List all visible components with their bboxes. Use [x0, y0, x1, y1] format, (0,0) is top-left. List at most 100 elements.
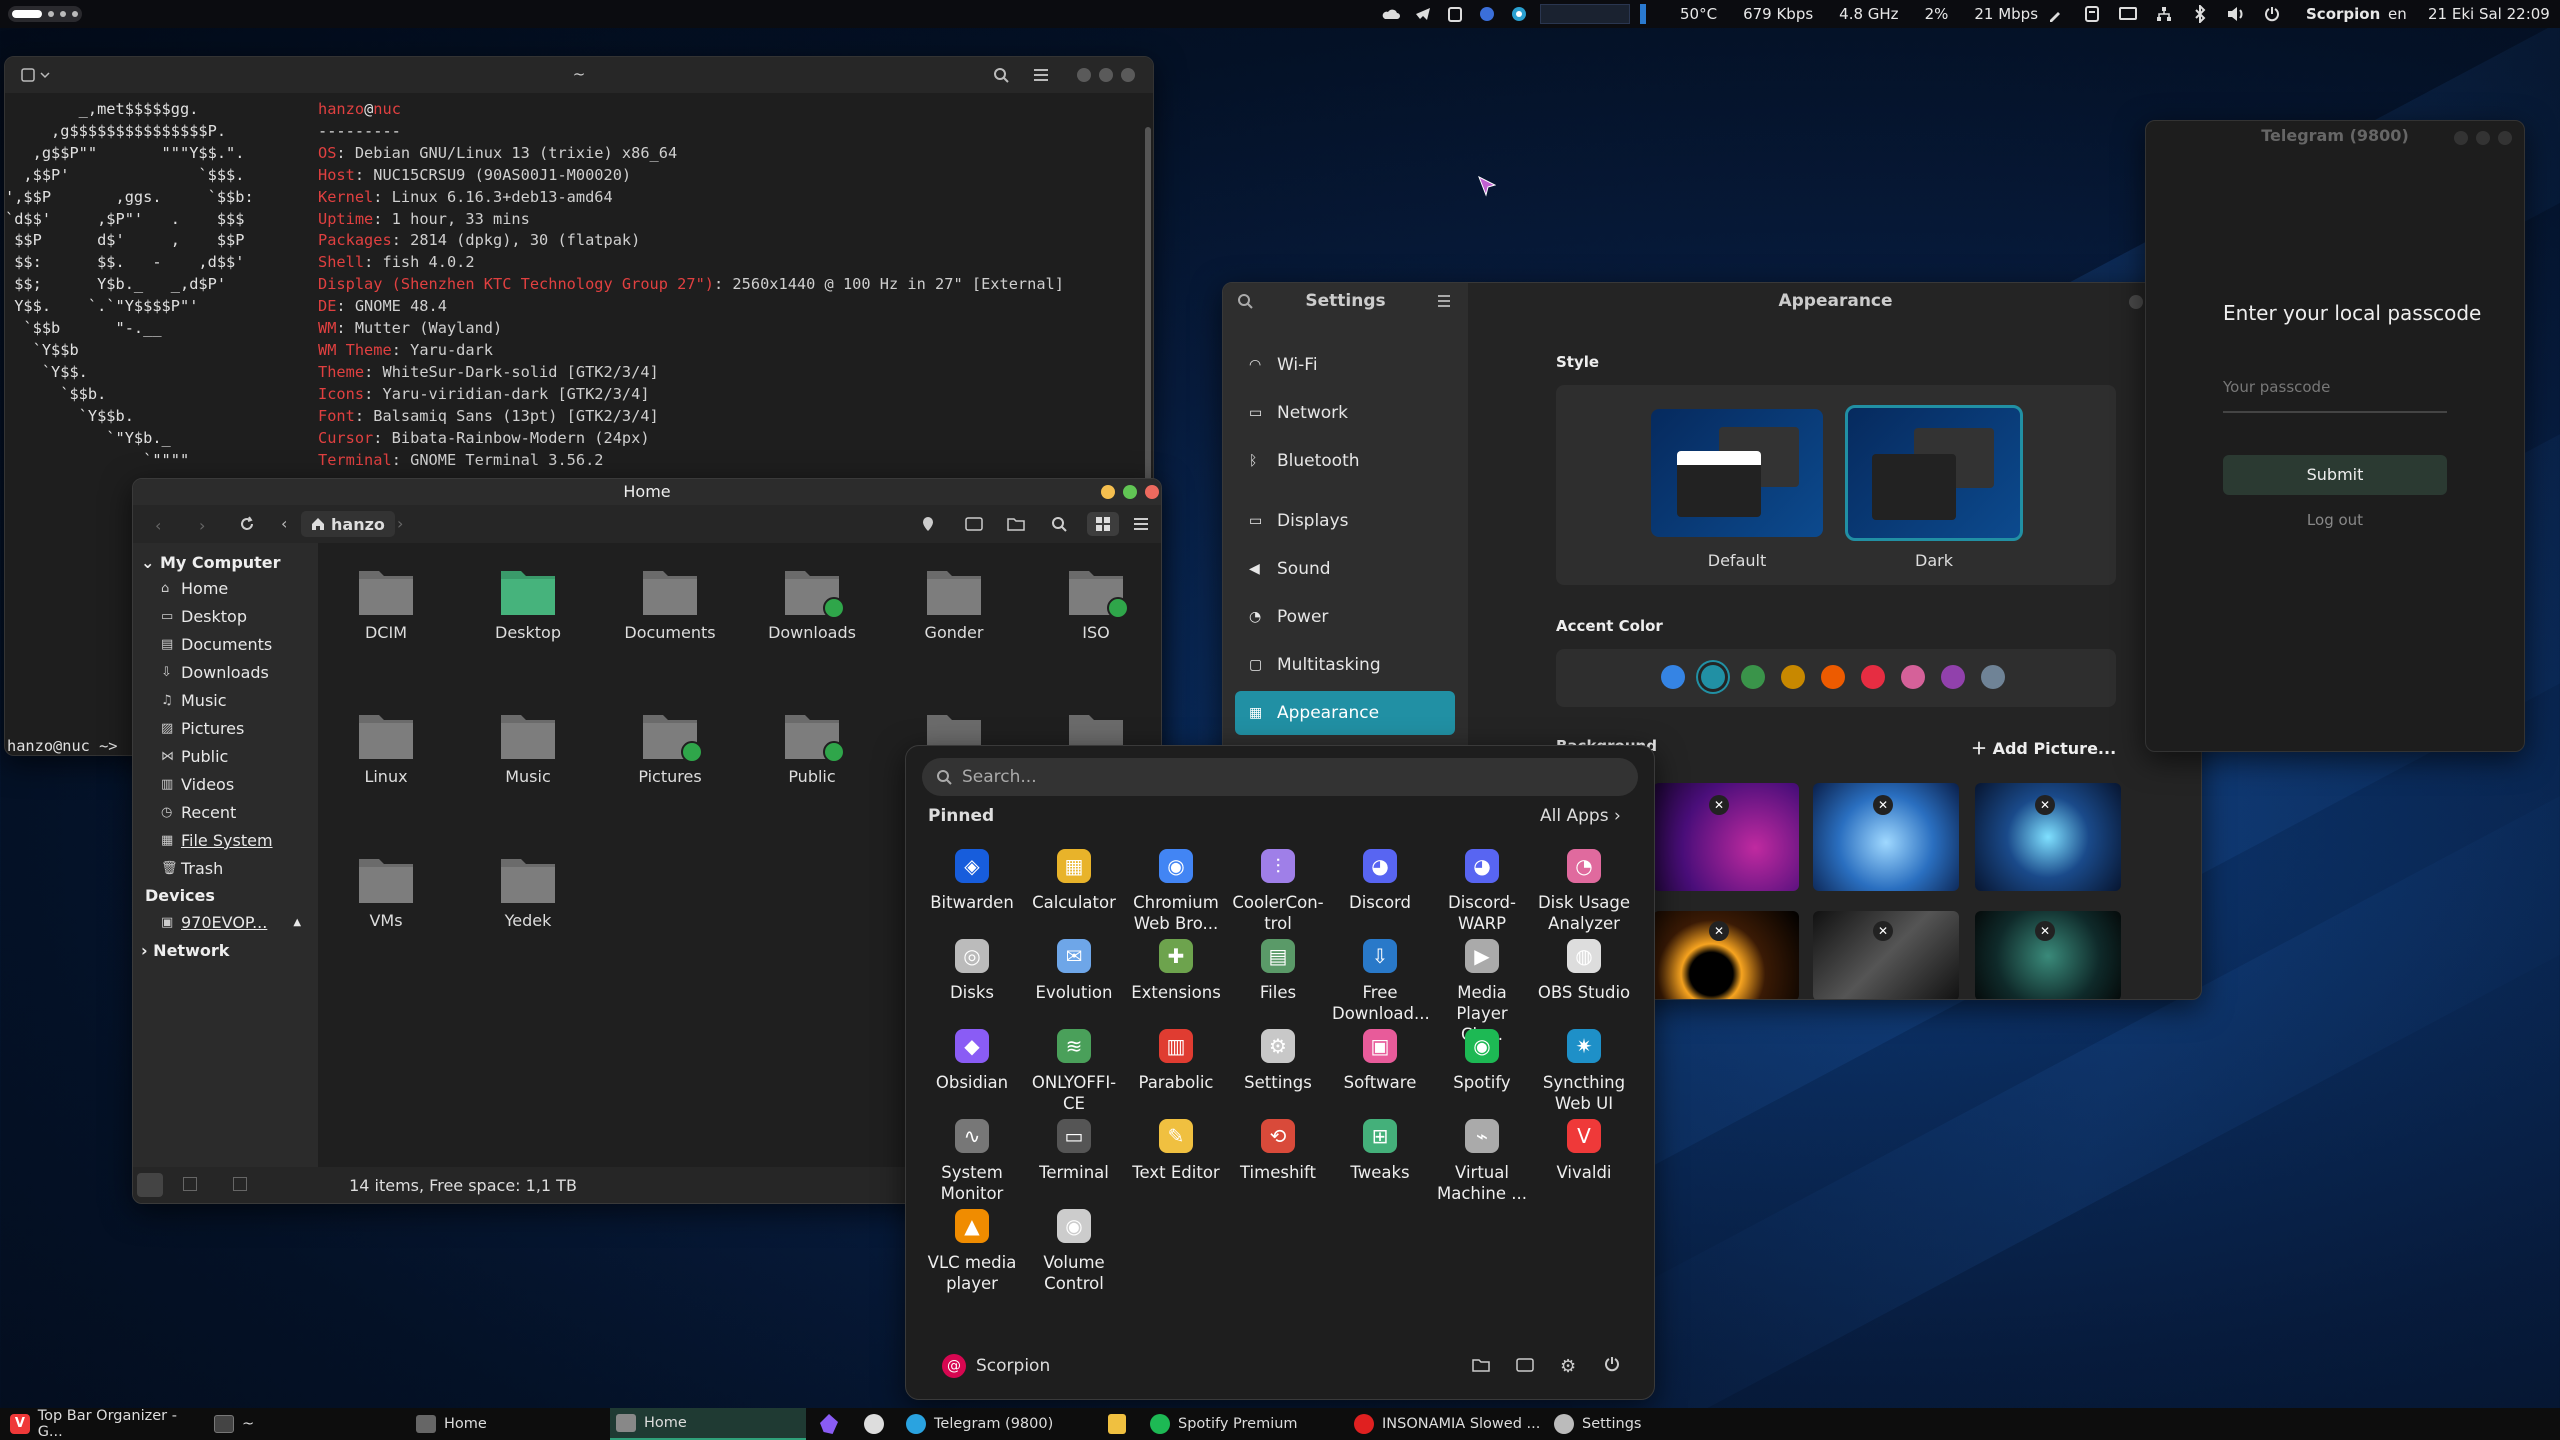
telegram-window[interactable]: Telegram (9800) Enter your local passcod… [2145, 120, 2525, 752]
app-launcher[interactable]: ▭ Terminal [1026, 1116, 1122, 1183]
hamburger-menu-icon[interactable] [1437, 295, 1451, 307]
obsidian-icon[interactable] [820, 1414, 838, 1434]
app-launcher[interactable]: ▣ Software [1332, 1026, 1428, 1093]
app-launcher[interactable]: ▦ Calculator [1026, 846, 1122, 913]
sidebar-item[interactable]: ⋈ Public [161, 747, 228, 766]
remove-wallpaper-icon[interactable]: ✕ [1709, 795, 1729, 815]
path-left-icon[interactable]: ‹ [281, 514, 287, 533]
shell-prompt[interactable]: hanzo@nuc ~> [7, 737, 118, 755]
style-dark-option[interactable] [1845, 405, 2023, 541]
folder-item[interactable]: Music [468, 709, 588, 786]
taskbar-item[interactable]: Telegram (9800) [900, 1408, 1096, 1440]
eject-icon[interactable]: ▲ [293, 917, 301, 928]
close-button[interactable] [2498, 131, 2512, 145]
settings-item[interactable]: ◠ Wi-Fi [1235, 343, 1455, 387]
remove-wallpaper-icon[interactable]: ✕ [1873, 795, 1893, 815]
terminal-titlebar[interactable]: ~ [5, 57, 1153, 93]
maximize-button[interactable] [1099, 68, 1113, 82]
remove-wallpaper-icon[interactable]: ✕ [1709, 921, 1729, 941]
folder-item[interactable]: Downloads [752, 565, 872, 642]
remove-wallpaper-icon[interactable]: ✕ [1873, 921, 1893, 941]
close-button[interactable] [1121, 68, 1135, 82]
sidebar-item[interactable]: ▤ Documents [161, 635, 272, 654]
app-launcher[interactable]: ◆ Obsidian [924, 1026, 1020, 1093]
logout-link[interactable]: Log out [2223, 511, 2447, 529]
app-launcher[interactable]: ∿ System Monitor [924, 1116, 1020, 1204]
gear-icon[interactable]: ⚙ [1560, 1356, 1576, 1377]
chrome-icon[interactable] [864, 1414, 884, 1434]
sidebar-item[interactable]: ♫ Music [161, 691, 227, 710]
text-editor-icon[interactable] [1108, 1414, 1126, 1434]
reload-icon[interactable] [239, 516, 255, 532]
sidebar-item[interactable]: ◷ Recent [161, 803, 236, 822]
bluetooth-icon[interactable] [2189, 3, 2211, 25]
settings-item[interactable]: ▭ Displays [1235, 499, 1455, 543]
minimize-button[interactable] [1077, 68, 1091, 82]
sidebar-item[interactable]: 🗑 Trash [161, 859, 223, 878]
power-icon[interactable] [2261, 3, 2283, 25]
devices-heading[interactable]: Devices [145, 886, 215, 905]
clipboard-history-icon[interactable] [2081, 3, 2103, 25]
sidebar-item[interactable]: ▥ Videos [161, 775, 234, 794]
minimize-button[interactable] [2454, 131, 2468, 145]
app-launcher[interactable]: ◎ Disks [924, 936, 1020, 1003]
folder-item[interactable]: Linux [326, 709, 446, 786]
hamburger-menu-icon[interactable] [1033, 69, 1049, 81]
network-icon[interactable] [2153, 3, 2175, 25]
sidebar-item[interactable]: ▭ Desktop [161, 607, 247, 626]
folder-item[interactable]: Public [752, 709, 872, 786]
taskbar-item[interactable]: Home [410, 1408, 606, 1440]
taskbar-item[interactable]: Spotify Premium [1144, 1408, 1344, 1440]
taskbar-item-active[interactable]: Home [610, 1408, 806, 1440]
accent-swatch[interactable] [1861, 665, 1885, 689]
accent-swatch[interactable] [1901, 665, 1925, 689]
folder-item[interactable]: Pictures [610, 709, 730, 786]
back-button[interactable]: ‹ [155, 516, 161, 535]
app-menu[interactable]: Search... Pinned All Apps › ◈ Bitwarden ▦ C… [905, 745, 1655, 1400]
maximize-button[interactable] [2476, 131, 2490, 145]
path-crumb-home[interactable]: hanzo [301, 511, 395, 537]
all-apps-button[interactable]: All Apps › [1540, 806, 1621, 826]
app-search-field[interactable]: Search... [922, 758, 1638, 796]
app-launcher[interactable]: ⊞ Tweaks [1332, 1116, 1428, 1183]
accent-swatch[interactable] [1981, 665, 2005, 689]
app-launcher[interactable]: ◕ Discord [1332, 846, 1428, 913]
settings-item[interactable]: ▦ Appearance [1235, 691, 1455, 735]
accent-swatch[interactable] [1741, 665, 1765, 689]
folder-item[interactable]: Desktop [468, 565, 588, 642]
close-button[interactable] [1145, 485, 1159, 499]
location-icon[interactable] [921, 516, 935, 532]
fm-titlebar[interactable]: Home [133, 479, 1161, 505]
app-launcher[interactable]: ⌁ Virtual Machine ... [1434, 1116, 1530, 1204]
activities-button[interactable] [8, 6, 82, 22]
sidebar-item[interactable]: ▨ Pictures [161, 719, 244, 738]
app-launcher[interactable]: ◍ OBS Studio [1536, 936, 1632, 1003]
app-launcher[interactable]: ✎ Text Editor [1128, 1116, 1224, 1183]
search-icon[interactable] [993, 67, 1009, 83]
color-picker-icon[interactable] [2045, 3, 2067, 25]
accent-swatch[interactable] [1941, 665, 1965, 689]
minimize-button[interactable] [2129, 295, 2143, 309]
app-launcher[interactable]: ⫶ CoolerCon-trol [1230, 846, 1326, 934]
app-launcher[interactable]: ⚙ Settings [1230, 1026, 1326, 1093]
style-default-option[interactable] [1651, 409, 1823, 537]
add-picture-button[interactable]: ＋ Add Picture... [1971, 735, 2116, 759]
search-icon[interactable] [1051, 516, 1067, 532]
folder-item[interactable]: Yedek [468, 853, 588, 930]
telegram-icon[interactable] [1412, 3, 1434, 25]
path-right-icon[interactable]: › [397, 514, 403, 533]
app-launcher[interactable]: ◕ Discord- WARP [1434, 846, 1530, 934]
folder-item[interactable]: Gonder [894, 565, 1014, 642]
app-launcher[interactable]: ⇩ Free Download... [1332, 936, 1430, 1024]
maximize-button[interactable] [1123, 485, 1137, 499]
sidebar-item[interactable]: ⇩ Downloads [161, 663, 269, 682]
settings-item[interactable]: ▭ Network [1235, 391, 1455, 435]
app-launcher[interactable]: ✉ Evolution [1026, 936, 1122, 1003]
taskbar-item[interactable]: Settings [1548, 1408, 1744, 1440]
sync-icon[interactable] [1508, 3, 1530, 25]
accent-swatch[interactable] [1661, 665, 1685, 689]
passcode-input[interactable]: Your passcode [2223, 377, 2447, 413]
app-launcher[interactable]: ⟲ Timeshift [1230, 1116, 1326, 1183]
settings-item[interactable]: ◀ Sound [1235, 547, 1455, 591]
app-launcher[interactable]: ◈ Bitwarden [924, 846, 1020, 913]
